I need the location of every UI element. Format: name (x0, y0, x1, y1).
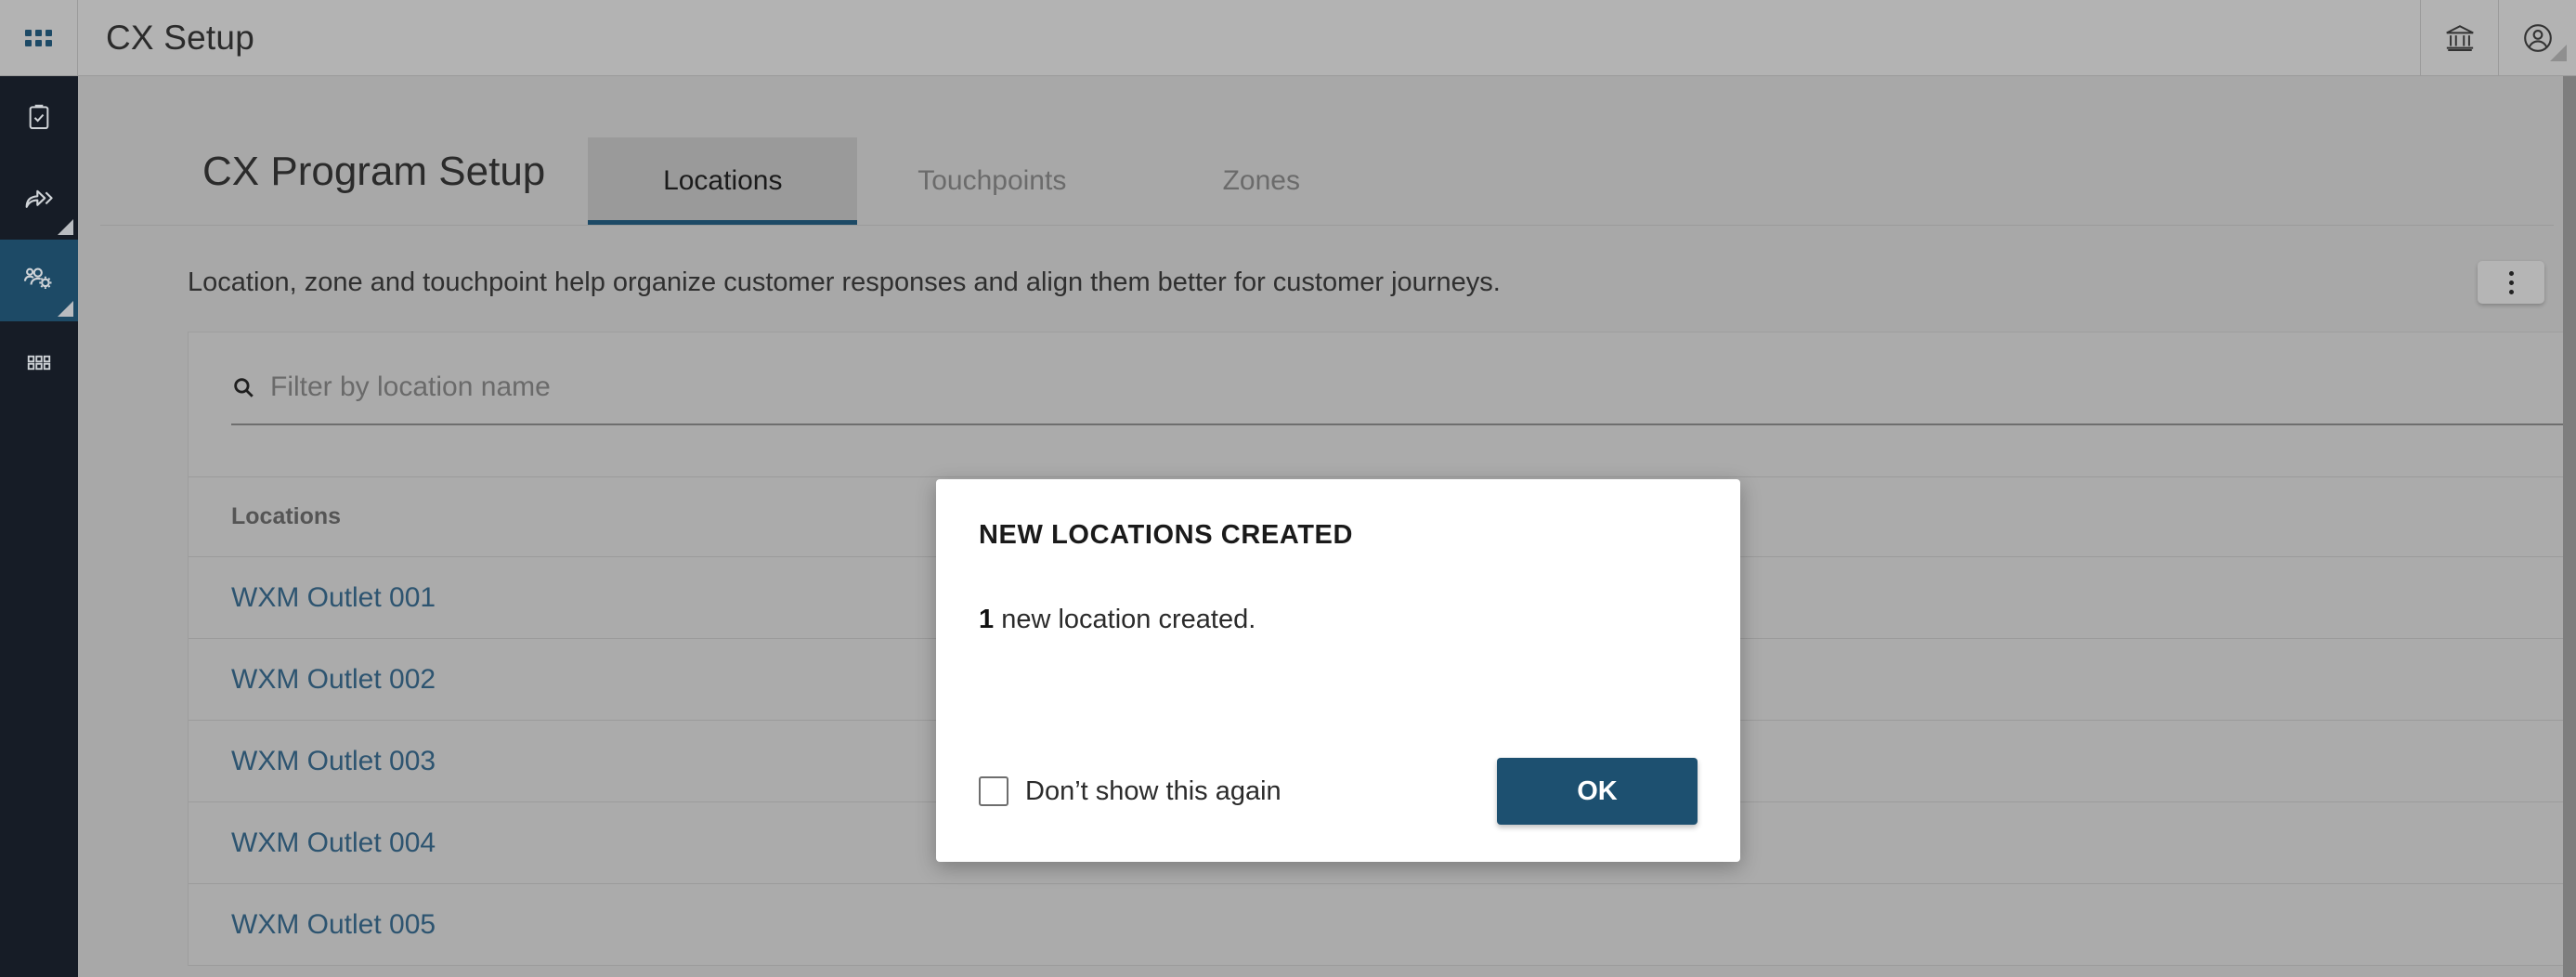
new-locations-created-dialog: NEW LOCATIONS CREATED 1 new location cre… (936, 479, 1740, 862)
grid-apps-icon (25, 29, 52, 46)
app-title: CX Setup (106, 18, 254, 57)
clipboard-check-icon (24, 102, 54, 132)
apps-launcher-button[interactable] (0, 0, 78, 75)
page-title: CX Program Setup (202, 149, 546, 194)
organization-button[interactable] (2420, 0, 2498, 75)
created-count: 1 (979, 605, 995, 634)
top-bar: CX Setup (0, 0, 2576, 76)
location-link[interactable]: WXM Outlet 003 (231, 746, 436, 777)
tab-zones[interactable]: Zones (1126, 137, 1396, 225)
kebab-dot (2508, 289, 2514, 294)
tab-touchpoints[interactable]: Touchpoints (857, 137, 1126, 225)
kebab-dot (2508, 270, 2514, 276)
account-button[interactable] (2498, 0, 2576, 75)
column-header-label: Locations (231, 503, 342, 529)
dont-show-again-label: Don’t show this again (1025, 775, 1281, 806)
ok-button[interactable]: OK (1497, 758, 1698, 825)
dialog-title: NEW LOCATIONS CREATED (979, 520, 1354, 550)
tab-locations[interactable]: Locations (588, 137, 858, 225)
sidebar-item-dispatch[interactable] (0, 158, 78, 240)
corner-indicator-triangle (58, 301, 73, 317)
tab-label: Touchpoints (917, 165, 1067, 196)
dont-show-again-checkbox-row[interactable]: Don’t show this again (979, 776, 1281, 807)
tab-label: Zones (1222, 165, 1300, 196)
vertical-scrollbar[interactable] (2563, 76, 2576, 977)
search-icon (231, 375, 255, 399)
location-link[interactable]: WXM Outlet 002 (231, 664, 436, 696)
search-input[interactable] (270, 371, 2568, 403)
dialog-message: 1 new location created. (979, 605, 1698, 635)
created-message-text: new location created. (994, 605, 1256, 634)
share-forward-icon (23, 183, 55, 215)
location-link[interactable]: WXM Outlet 001 (231, 582, 436, 614)
corner-indicator-triangle (58, 219, 73, 235)
table-row[interactable]: WXM Outlet 005 (189, 884, 2576, 966)
search-row (189, 332, 2576, 477)
bank-building-icon (2444, 22, 2476, 54)
left-sidebar (0, 76, 78, 977)
sidebar-item-more-apps[interactable] (0, 321, 78, 403)
page-header: CX Program Setup Locations Touchpoints Z… (100, 76, 2554, 226)
top-bar-spacer (254, 0, 2420, 75)
dont-show-again-checkbox[interactable] (979, 776, 1008, 806)
dialog-footer: Don’t show this again OK (979, 758, 1698, 825)
more-options-button[interactable] (2478, 261, 2544, 304)
window-resize-handle[interactable] (2550, 45, 2567, 61)
sidebar-item-surveys[interactable] (0, 76, 78, 158)
search-field-wrapper[interactable] (231, 371, 2568, 425)
page-description: Location, zone and touchpoint help organ… (188, 267, 1501, 297)
page-description-row: Location, zone and touchpoint help organ… (78, 226, 2576, 332)
location-link[interactable]: WXM Outlet 005 (231, 909, 436, 941)
people-gear-icon (22, 264, 56, 297)
tab-bar: Locations Touchpoints Zones (588, 76, 1396, 225)
grid-apps-icon (25, 348, 53, 376)
tab-label: Locations (663, 165, 783, 196)
sidebar-item-cx-setup[interactable] (0, 240, 78, 321)
kebab-dot (2508, 280, 2514, 285)
location-link[interactable]: WXM Outlet 004 (231, 827, 436, 859)
